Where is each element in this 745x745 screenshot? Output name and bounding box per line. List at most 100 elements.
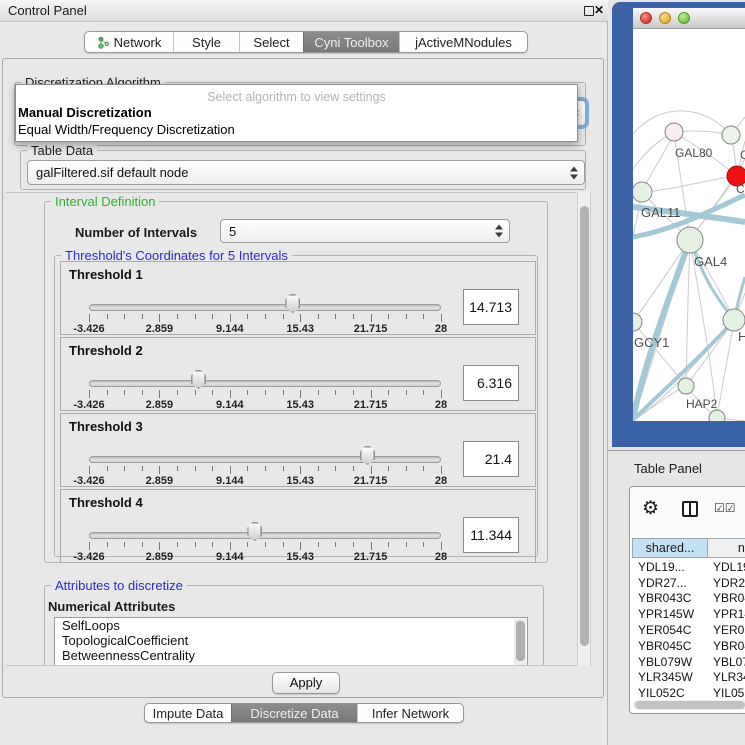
table-row[interactable]: YBR045CYBR045C (632, 638, 745, 654)
tab-infer-network[interactable]: Infer Network (357, 704, 463, 722)
select-rows-icon[interactable]: ☑☑ (714, 501, 736, 515)
slider-tick (335, 314, 336, 319)
list-item-topologicalcoefficient[interactable]: TopologicalCoefficient (55, 633, 527, 648)
cell-shared-name[interactable]: YPR145W (632, 607, 708, 621)
network-node-gal4[interactable] (677, 227, 703, 253)
tab-select[interactable]: Select (239, 32, 303, 52)
threshold-2-slider-track[interactable] (89, 380, 441, 387)
settings-vertical-scrollbar[interactable] (577, 192, 591, 666)
list-scrollbar[interactable] (514, 619, 526, 665)
threshold-2-panel: Threshold 2 -3.4262.8599.14415.4321.7152… (60, 337, 536, 411)
table-data-combobox[interactable]: galFiltered.sif default node (27, 160, 585, 185)
slider-tick (388, 542, 389, 547)
cell-shared-name[interactable]: YDR27... (632, 576, 708, 590)
list-item-betweennesscentrality[interactable]: BetweennessCentrality (55, 648, 527, 663)
list-item-selfloops[interactable]: SelfLoops (55, 618, 527, 633)
gear-icon[interactable]: ⚙ (642, 498, 659, 520)
table-horizontal-scrollbar[interactable] (633, 700, 745, 710)
table-row[interactable]: YDR27...YDR27... (632, 575, 745, 591)
list-scrollbar-thumb[interactable] (516, 621, 525, 661)
table-panel-divider (608, 450, 745, 451)
cell-shared-name[interactable]: YIL052C (632, 686, 708, 700)
tab-style[interactable]: Style (173, 32, 239, 52)
slider-tick-label: 2.859 (146, 323, 174, 335)
network-node-gal11[interactable] (633, 182, 652, 202)
threshold-3-value-field[interactable]: 21.4 (463, 441, 519, 477)
threshold-4-value-field[interactable]: 11.344 (463, 517, 519, 553)
table-row[interactable]: YBL079WYBL079W (632, 654, 745, 670)
slider-tick (388, 390, 389, 395)
table-row[interactable]: YPR145WYPR145W (632, 606, 745, 622)
slider-tick (247, 314, 248, 319)
dropdown-hint-item[interactable]: Select algorithm to view settings (16, 90, 577, 104)
settings-scrollbar-thumb[interactable] (580, 206, 589, 646)
tab-label: jActiveMNodules (415, 35, 512, 50)
table-row[interactable]: YDL19...YDL19... (632, 559, 745, 575)
float-window-icon[interactable] (584, 6, 594, 16)
cell-shared-name[interactable]: YBL079W (632, 655, 708, 669)
cell-name[interactable]: YDR27... (708, 576, 745, 590)
slider-tick (124, 542, 125, 547)
slider-tick (265, 390, 266, 395)
tab-jactivemnodules[interactable]: jActiveMNodules (399, 32, 527, 52)
network-window-titlebar[interactable] (633, 8, 745, 29)
column-header-name[interactable]: name (708, 538, 745, 558)
slider-tick (89, 542, 90, 550)
cell-name[interactable]: YLR345W (708, 670, 745, 684)
cell-name[interactable]: YBL079W (708, 655, 745, 669)
cell-shared-name[interactable]: YBR043C (632, 591, 708, 605)
algorithm-dropdown-popup: Select algorithm to view settings Manual… (15, 84, 578, 142)
table-row[interactable]: YIL052CYIL052C (632, 685, 745, 701)
close-traffic-light-icon[interactable] (640, 12, 652, 24)
network-canvas[interactable]: GAL80GCGAL11GAL4GCY1HHAP2 (633, 29, 745, 421)
tab-network[interactable]: Network (85, 32, 173, 52)
tab-discretize-data[interactable]: Discretize Data (231, 704, 357, 722)
threshold-4-slider-track[interactable] (89, 532, 441, 539)
slider-tick (388, 314, 389, 319)
cell-name[interactable]: YPR145W (708, 607, 745, 621)
tab-impute-data[interactable]: Impute Data (145, 704, 231, 722)
table-row[interactable]: YLR345WYLR345W (632, 670, 745, 686)
threshold-1-label: Threshold 1 (69, 267, 143, 282)
columns-icon[interactable] (682, 501, 698, 517)
number-of-intervals-combobox[interactable]: 5 (220, 219, 510, 243)
network-node[interactable] (709, 410, 725, 421)
table-scrollbar-thumb[interactable] (635, 701, 745, 709)
column-header-shared-name[interactable]: shared... (632, 538, 708, 558)
dropdown-item-manual-discretization[interactable]: Manual Discretization (16, 104, 577, 121)
slider-tick (423, 542, 424, 547)
cell-name[interactable]: YBR043C (708, 591, 745, 605)
slider-tick-label: 2.859 (146, 551, 174, 563)
network-node-h[interactable] (723, 309, 745, 331)
cell-name[interactable]: YBR045C (708, 639, 745, 653)
table-row[interactable]: YER054CYER054C (632, 622, 745, 638)
network-view-window[interactable]: GAL80GCGAL11GAL4GCY1HHAP2 (612, 2, 745, 447)
slider-tick-label: 28 (435, 475, 447, 487)
cell-shared-name[interactable]: YDL19... (632, 560, 708, 574)
dropdown-item-equal-width-frequency[interactable]: Equal Width/Frequency Discretization (16, 121, 577, 138)
cell-shared-name[interactable]: YBR045C (632, 639, 708, 653)
table-row[interactable]: YBR043CYBR043C (632, 591, 745, 607)
apply-button[interactable]: Apply (272, 672, 340, 694)
threshold-3-slider-track[interactable] (89, 456, 441, 463)
network-node-hap2[interactable] (678, 378, 694, 394)
cell-shared-name[interactable]: YLR345W (632, 670, 708, 684)
close-icon[interactable]: ✕ (594, 3, 610, 17)
zoom-traffic-light-icon[interactable] (678, 12, 690, 24)
threshold-2-value-field[interactable]: 6.316 (463, 365, 519, 401)
threshold-1-slider-track[interactable] (89, 304, 441, 311)
slider-tick (423, 390, 424, 395)
network-node-gal80[interactable] (665, 123, 683, 141)
threshold-1-value-field[interactable]: 14.713 (463, 289, 519, 325)
cell-name[interactable]: YER054C (708, 623, 745, 637)
slider-tick (300, 390, 301, 398)
tab-label: Infer Network (372, 706, 449, 721)
cell-shared-name[interactable]: YER054C (632, 623, 708, 637)
network-node-g[interactable] (722, 126, 740, 144)
network-node-gcy1[interactable] (633, 313, 642, 331)
cell-name[interactable]: YDL19... (708, 560, 745, 574)
slider-tick (388, 466, 389, 471)
minimize-traffic-light-icon[interactable] (659, 12, 671, 24)
cell-name[interactable]: YIL052C (708, 686, 745, 700)
tab-cyni-toolbox[interactable]: Cyni Toolbox (303, 32, 399, 52)
